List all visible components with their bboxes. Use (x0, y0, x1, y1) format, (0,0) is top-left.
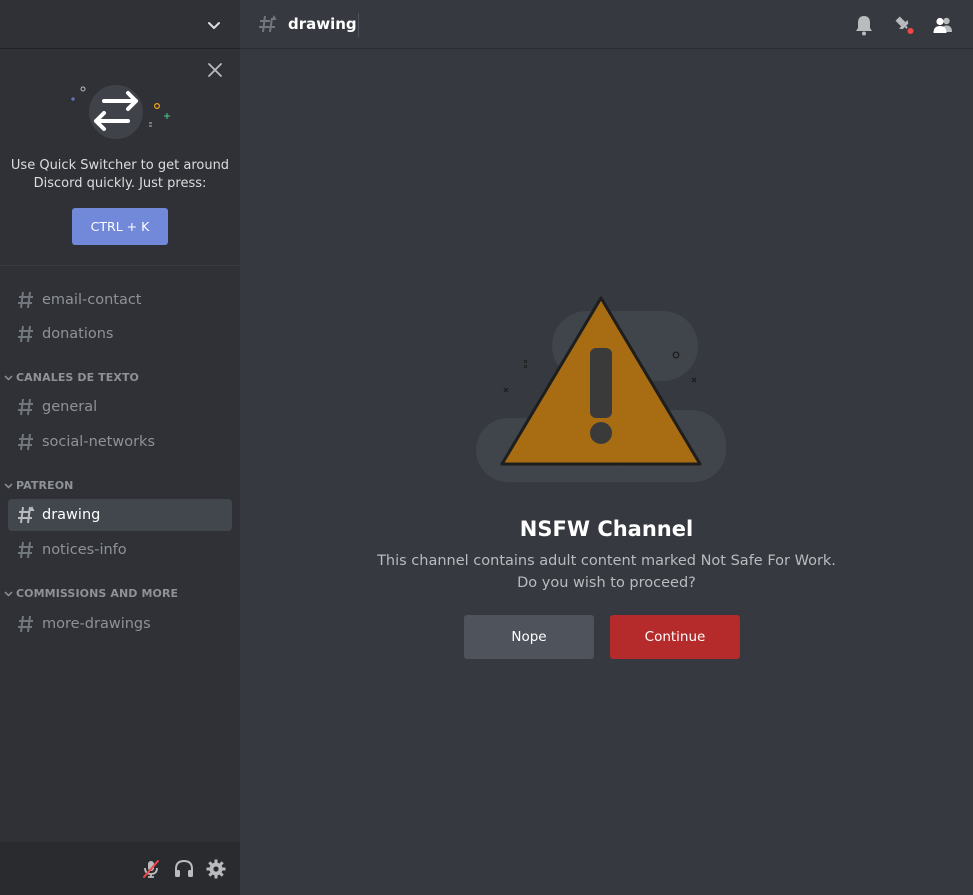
user-panel (0, 842, 240, 895)
hashtag-icon (18, 541, 33, 559)
chevron-down-icon (4, 375, 13, 381)
microphone-muted-icon[interactable] (140, 858, 162, 880)
channel-label: email-contact (42, 292, 142, 308)
close-icon[interactable] (207, 62, 223, 78)
pin-icon[interactable] (892, 13, 916, 37)
server-header[interactable] (0, 0, 240, 49)
bell-icon[interactable] (852, 13, 876, 37)
continue-button[interactable]: Continue (610, 615, 740, 659)
chevron-down-icon (4, 483, 13, 489)
category-label: PATREON (16, 479, 74, 492)
hashtag-icon (18, 291, 33, 309)
warning-icon (476, 296, 726, 482)
channel-header: drawing (240, 0, 973, 49)
category-label: COMMISSIONS AND MORE (16, 587, 179, 600)
header-divider (358, 13, 359, 37)
channel-label: drawing (42, 507, 101, 523)
channel-social-networks[interactable]: social-networks (8, 426, 232, 458)
quick-switcher-shortcut-button[interactable]: CTRL + K (72, 208, 168, 245)
channel-more-drawings[interactable]: more-drawings (8, 608, 232, 640)
channel-email-contact[interactable]: email-contact (8, 284, 232, 316)
channel-label: social-networks (42, 434, 156, 450)
nsfw-title: NSFW Channel (519, 517, 694, 541)
channel-title: drawing (288, 15, 357, 33)
discord-app: Use Quick Switcher to get around Discord… (0, 0, 973, 895)
quick-switcher-tip: Use Quick Switcher to get around Discord… (0, 49, 240, 266)
chevron-down-icon (4, 591, 13, 597)
chevron-down-icon[interactable] (206, 17, 222, 33)
hashtag-icon (18, 615, 33, 633)
channel-donations[interactable]: donations (8, 318, 232, 350)
hashtag-icon (18, 325, 33, 343)
nope-button[interactable]: Nope (464, 615, 594, 659)
channel-label: donations (42, 326, 114, 342)
gear-icon[interactable] (205, 858, 227, 880)
category-label: CANALES DE TEXTO (16, 371, 140, 384)
quick-switcher-text: Use Quick Switcher to get around Discord… (10, 158, 230, 191)
channel-notices-info[interactable]: notices-info (8, 534, 232, 566)
quick-switcher-illustration (71, 85, 170, 139)
hashtag-icon (18, 433, 33, 451)
channel-general[interactable]: general (8, 391, 232, 423)
members-icon[interactable] (931, 13, 955, 37)
channel-drawing[interactable]: drawing (8, 499, 232, 531)
channel-label: more-drawings (42, 616, 151, 632)
hashtag-icon (18, 398, 33, 416)
main-content: drawing NSFW Channel This channel contai… (240, 0, 973, 895)
channel-label: notices-info (42, 542, 127, 558)
channel-sidebar: Use Quick Switcher to get around Discord… (0, 0, 240, 895)
nsfw-hashtag-icon (18, 506, 35, 524)
headphones-icon[interactable] (173, 858, 195, 880)
channel-label: general (42, 399, 98, 415)
nsfw-hashtag-icon (259, 15, 277, 33)
nsfw-description: This channel contains adult content mark… (377, 553, 836, 591)
